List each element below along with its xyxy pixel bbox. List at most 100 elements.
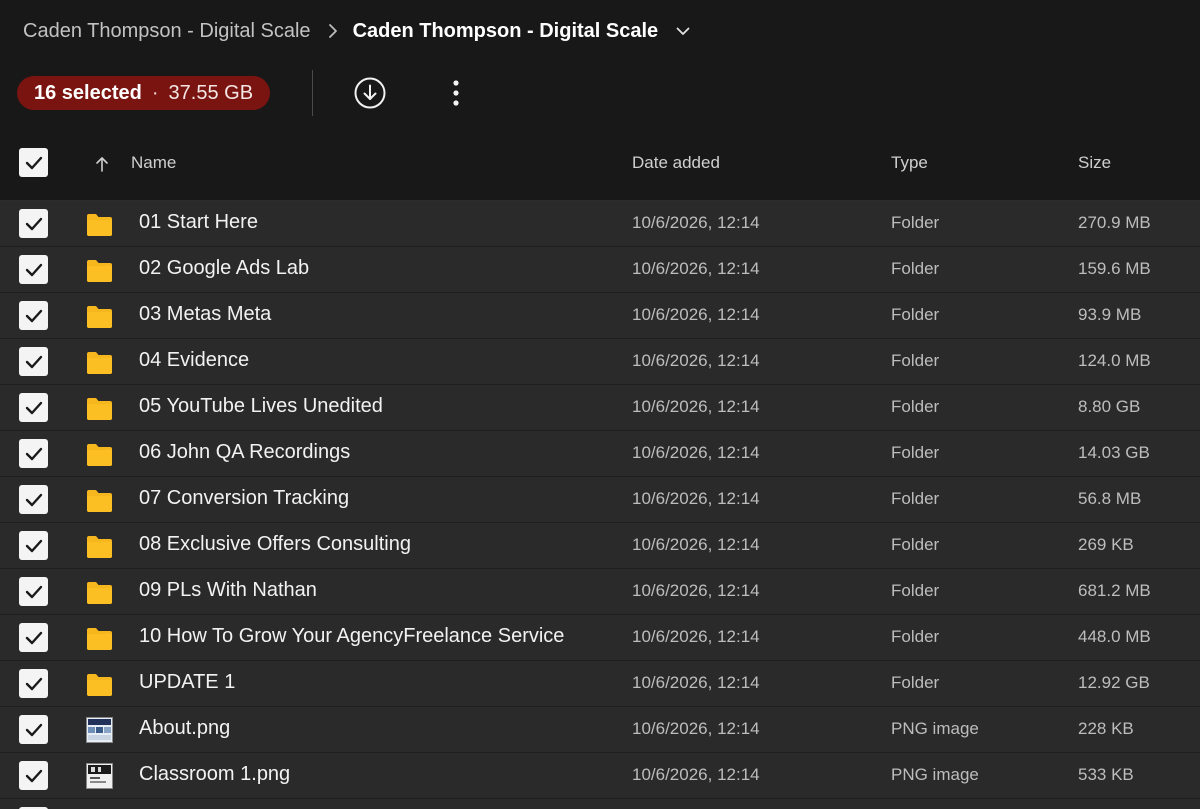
file-date-added: 10/6/2026, 12:14 bbox=[632, 765, 760, 784]
checkmark-icon bbox=[25, 677, 42, 690]
file-name[interactable]: 08 Exclusive Offers Consulting bbox=[139, 533, 411, 556]
folder-icon bbox=[86, 211, 113, 237]
breadcrumb: Caden Thompson - Digital Scale Caden Tho… bbox=[23, 17, 690, 45]
checkmark-icon bbox=[25, 539, 42, 552]
image-thumbnail-icon bbox=[86, 763, 113, 789]
table-header: Name Date added Type Size bbox=[0, 128, 1200, 201]
row-checkbox[interactable] bbox=[19, 255, 48, 284]
chevron-down-icon[interactable] bbox=[676, 27, 690, 36]
row-checkbox[interactable] bbox=[19, 485, 48, 514]
file-size: 124.0 MB bbox=[1078, 351, 1151, 370]
breadcrumb-current-folder[interactable]: Caden Thompson - Digital Scale bbox=[353, 20, 659, 43]
row-checkbox[interactable] bbox=[19, 301, 48, 330]
table-row[interactable]: 03 Metas Meta 10/6/2026, 12:14 Folder 93.9 … bbox=[0, 293, 1200, 339]
file-name[interactable]: 03 Metas Meta bbox=[139, 303, 271, 326]
checkmark-icon bbox=[25, 631, 42, 644]
row-checkbox[interactable] bbox=[19, 669, 48, 698]
file-size: 8.80 GB bbox=[1078, 397, 1141, 416]
row-checkbox[interactable] bbox=[19, 577, 48, 606]
checkmark-icon bbox=[25, 217, 42, 230]
toolbar-divider bbox=[312, 70, 313, 116]
arrow-up-icon[interactable] bbox=[93, 155, 111, 173]
file-date-added: 10/6/2026, 12:14 bbox=[632, 213, 760, 232]
table-row[interactable]: UPDATE 1 10/6/2026, 12:14 Folder 12.92 GB bbox=[0, 661, 1200, 707]
row-checkbox[interactable] bbox=[19, 439, 48, 468]
checkmark-icon bbox=[25, 447, 42, 460]
file-type: Folder bbox=[891, 581, 940, 600]
file-name[interactable]: 10 How To Grow Your AgencyFreelance Serv… bbox=[139, 625, 564, 648]
file-date-added: 10/6/2026, 12:14 bbox=[632, 259, 760, 278]
breadcrumb-parent-link[interactable]: Caden Thompson - Digital Scale bbox=[23, 20, 311, 43]
checkmark-icon bbox=[25, 723, 42, 736]
row-checkbox[interactable] bbox=[19, 347, 48, 376]
checkmark-icon bbox=[25, 585, 42, 598]
more-options-button[interactable] bbox=[444, 78, 468, 108]
table-row[interactable]: 07 Conversion Tracking 10/6/2026, 12:14 Fo… bbox=[0, 477, 1200, 523]
row-checkbox[interactable] bbox=[19, 393, 48, 422]
file-size: 56.8 MB bbox=[1078, 489, 1142, 508]
folder-icon bbox=[86, 579, 113, 605]
file-name[interactable]: 01 Start Here bbox=[139, 211, 258, 234]
selection-summary-badge[interactable]: 16 selected · 37.55 GB bbox=[17, 76, 271, 110]
file-name[interactable]: 05 YouTube Lives Unedited bbox=[139, 395, 383, 418]
select-all-checkbox-box[interactable] bbox=[19, 148, 48, 177]
file-type: Folder bbox=[891, 673, 940, 692]
checkmark-icon bbox=[25, 263, 42, 276]
file-name[interactable]: About.png bbox=[139, 717, 230, 740]
file-name[interactable]: 09 PLs With Nathan bbox=[139, 579, 317, 602]
table-row[interactable]: 05 YouTube Lives Unedited 10/6/2026, 12:1… bbox=[0, 385, 1200, 431]
file-size: 681.2 MB bbox=[1078, 581, 1151, 600]
table-row[interactable]: 06 John QA Recordings 10/6/2026, 12:14 Fol… bbox=[0, 431, 1200, 477]
folder-icon bbox=[86, 441, 113, 467]
table-row[interactable]: 10 How To Grow Your AgencyFreelance Serv… bbox=[0, 615, 1200, 661]
folder-icon bbox=[86, 303, 113, 329]
file-type: Folder bbox=[891, 259, 940, 278]
select-all-checkbox[interactable] bbox=[19, 148, 48, 177]
file-type: Folder bbox=[891, 305, 940, 324]
file-name[interactable]: UPDATE 1 bbox=[139, 671, 235, 694]
checkmark-icon bbox=[25, 355, 42, 368]
download-button[interactable] bbox=[353, 76, 387, 110]
file-size: 228 KB bbox=[1078, 719, 1134, 738]
file-name[interactable]: Classroom 1.png bbox=[139, 763, 290, 786]
file-name[interactable]: 04 Evidence bbox=[139, 349, 249, 372]
column-header-name[interactable]: Name bbox=[131, 153, 176, 173]
file-size: 14.03 GB bbox=[1078, 443, 1150, 462]
table-row-partial[interactable] bbox=[0, 799, 1200, 809]
file-size: 93.9 MB bbox=[1078, 305, 1142, 324]
row-checkbox[interactable] bbox=[19, 209, 48, 238]
file-size: 448.0 MB bbox=[1078, 627, 1151, 646]
file-name[interactable]: 02 Google Ads Lab bbox=[139, 257, 309, 280]
file-type: PNG image bbox=[891, 719, 979, 738]
table-row[interactable]: 01 Start Here 10/6/2026, 12:14 Folder 270.9… bbox=[0, 201, 1200, 247]
table-row[interactable]: 08 Exclusive Offers Consulting 10/6/2026,… bbox=[0, 523, 1200, 569]
row-checkbox[interactable] bbox=[19, 531, 48, 560]
file-date-added: 10/6/2026, 12:14 bbox=[632, 535, 760, 554]
file-date-added: 10/6/2026, 12:14 bbox=[632, 443, 760, 462]
table-row[interactable]: 02 Google Ads Lab 10/6/2026, 12:14 Folder 1… bbox=[0, 247, 1200, 293]
checkmark-icon bbox=[25, 401, 42, 414]
file-name[interactable]: 06 John QA Recordings bbox=[139, 441, 350, 464]
row-checkbox[interactable] bbox=[19, 623, 48, 652]
table-row[interactable]: About.png 10/6/2026, 12:14 PNG image 228 KB bbox=[0, 707, 1200, 753]
checkmark-icon bbox=[25, 769, 42, 782]
column-header-type[interactable]: Type bbox=[891, 153, 928, 173]
file-size: 270.9 MB bbox=[1078, 213, 1151, 232]
column-header-size[interactable]: Size bbox=[1078, 153, 1111, 173]
table-row[interactable]: 04 Evidence 10/6/2026, 12:14 Folder 124.0 M… bbox=[0, 339, 1200, 385]
row-checkbox[interactable] bbox=[19, 761, 48, 790]
file-date-added: 10/6/2026, 12:14 bbox=[632, 627, 760, 646]
file-date-added: 10/6/2026, 12:14 bbox=[632, 489, 760, 508]
column-header-date-added[interactable]: Date added bbox=[632, 153, 720, 173]
folder-icon bbox=[86, 395, 113, 421]
file-name[interactable]: 07 Conversion Tracking bbox=[139, 487, 349, 510]
table-row[interactable]: 09 PLs With Nathan 10/6/2026, 12:14 Folder… bbox=[0, 569, 1200, 615]
selection-separator: · bbox=[151, 81, 159, 104]
selected-size: 37.55 GB bbox=[168, 81, 254, 104]
file-size: 269 KB bbox=[1078, 535, 1134, 554]
download-circle-icon bbox=[354, 77, 386, 109]
row-checkbox[interactable] bbox=[19, 715, 48, 744]
table-row[interactable]: Classroom 1.png 10/6/2026, 12:14 PNG image… bbox=[0, 753, 1200, 799]
file-date-added: 10/6/2026, 12:14 bbox=[632, 673, 760, 692]
file-type: Folder bbox=[891, 627, 940, 646]
